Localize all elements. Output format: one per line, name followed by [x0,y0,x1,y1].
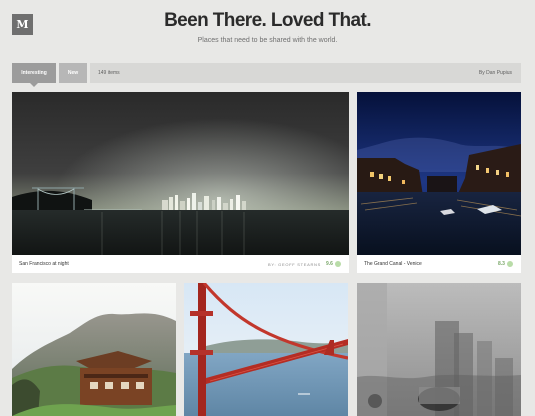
page: M Been There. Loved That. Places that ne… [0,0,535,416]
tab-bar: Interesting New 149 items By Dan Pupius [12,63,521,87]
page-title: Been There. Loved That. [164,10,371,31]
score-value: 8.3 [498,261,505,267]
photo-card-venice[interactable]: The Grand Canal - Venice 8.3 [357,92,521,273]
photo-foggy-city[interactable] [357,283,521,416]
score-value: 9.6 [326,261,333,267]
photo-card-golden-gate[interactable] [184,283,348,416]
author-link[interactable]: By Dan Pupius [479,70,512,76]
items-count: 149 items [98,70,120,76]
photo-title[interactable]: The Grand Canal - Venice [364,261,422,267]
tab-new[interactable]: New [59,63,87,83]
page-subtitle: Places that need to be shared with the w… [197,37,338,44]
photo-card-mountain-house[interactable] [12,283,176,416]
score-dot-icon [507,261,513,267]
photo-san-francisco[interactable] [12,92,349,255]
score-dot-icon [335,261,341,267]
photo-credit: BY: GEOFF STEARNS [268,262,322,267]
photo-venice[interactable] [357,92,521,255]
photo-title[interactable]: San Francisco at night [19,261,69,267]
photo-card-san-francisco[interactable]: San Francisco at night BY: GEOFF STEARNS… [12,92,349,273]
tab-info-bar: 149 items By Dan Pupius [90,63,521,83]
photo-mountain-house[interactable] [12,283,176,416]
tab-interesting[interactable]: Interesting [12,63,56,87]
photo-golden-gate[interactable] [184,283,348,416]
caption-bar: The Grand Canal - Venice 8.3 [357,255,521,273]
photo-card-foggy-city[interactable] [357,283,521,416]
caption-bar: San Francisco at night BY: GEOFF STEARNS… [12,255,349,273]
